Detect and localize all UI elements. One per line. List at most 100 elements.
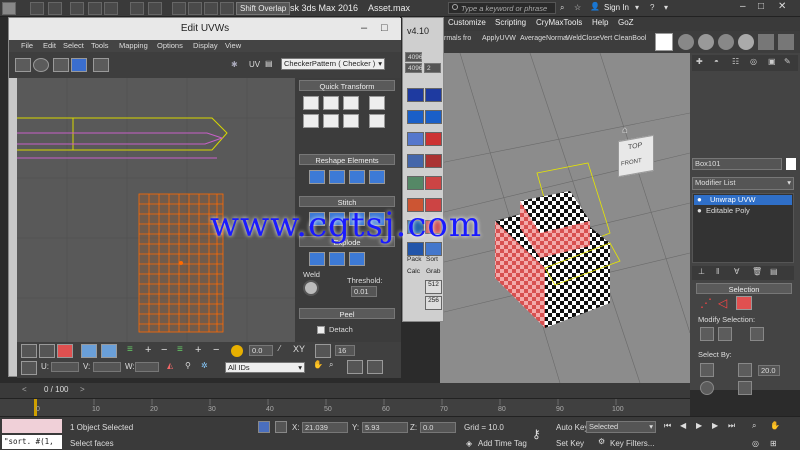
detach-checkbox[interactable] [317, 326, 325, 334]
apply-uvw-button[interactable]: ApplyUVW [482, 35, 516, 42]
align-v-icon[interactable] [323, 114, 339, 128]
track-bar[interactable]: 0 10 20 30 40 50 60 70 80 90 100 [0, 398, 690, 417]
script-icon[interactable] [425, 88, 442, 102]
shift-overlap-button[interactable]: Shift Overlap [236, 2, 291, 15]
configure-icon[interactable]: ▤ [770, 267, 778, 276]
clean-bool-button[interactable]: CleanBool [614, 35, 646, 42]
tool-icon-3[interactable] [70, 2, 84, 15]
uvw-menu-options[interactable]: Options [157, 41, 183, 50]
mirror-icon[interactable] [93, 58, 109, 72]
app-icon[interactable] [2, 2, 16, 15]
tool-icon-7[interactable] [148, 2, 162, 15]
menu-goz[interactable]: GoZ [618, 18, 634, 27]
snap-icon[interactable] [315, 344, 331, 358]
tool-icon-a[interactable] [655, 33, 673, 51]
hierarchy-tab-icon[interactable]: ☷ [732, 57, 739, 66]
modifier-list-dropdown[interactable]: Modifier List ▾ [692, 177, 794, 190]
view-cube-top[interactable]: TOP [628, 142, 642, 152]
menu-scripting[interactable]: Scripting [495, 18, 526, 27]
next-frame-icon[interactable]: > [80, 385, 85, 394]
key-filters-button[interactable]: Key Filters... [610, 439, 654, 448]
render-icon[interactable] [758, 34, 774, 50]
script-icon[interactable] [407, 176, 424, 190]
ignore-backfacing-icon[interactable] [700, 381, 714, 395]
tool-icon-2[interactable] [48, 2, 62, 15]
script-icon[interactable] [407, 154, 424, 168]
rotate-90-icon[interactable] [303, 114, 319, 128]
face-mode-icon[interactable] [736, 296, 752, 310]
tool-icon-5[interactable] [104, 2, 118, 15]
zoom-icon[interactable]: ⌕ [752, 421, 756, 431]
average-normals-button[interactable]: AverageNorma [520, 35, 567, 42]
weld-close-vert-button[interactable]: WeldCloseVert [566, 35, 612, 42]
soft-select-icon[interactable] [231, 345, 243, 357]
go-to-end-icon[interactable]: ⏭ [728, 421, 735, 431]
teapot-icon[interactable] [698, 34, 714, 50]
freeform-tool-icon[interactable] [71, 58, 87, 72]
script-icon[interactable] [407, 88, 424, 102]
weld-target-icon[interactable] [303, 280, 319, 296]
time-tag-icon[interactable]: ◈ [466, 439, 472, 448]
object-name-field[interactable]: Box101 [692, 158, 782, 170]
tool-icon-4[interactable] [88, 2, 102, 15]
plus-icon[interactable]: + [195, 344, 201, 356]
key-icon[interactable]: ⚷ [532, 427, 541, 441]
teapot-icon[interactable] [718, 34, 734, 50]
uvw-menu-mapping[interactable]: Mapping [119, 41, 148, 50]
normals-button[interactable]: rmals fro [444, 35, 471, 42]
menu-crymaxtools[interactable]: CryMaxTools [536, 18, 582, 27]
go-to-start-icon[interactable]: ⏮ [664, 421, 671, 431]
loop-selection-button[interactable] [750, 327, 764, 341]
show-end-result-icon[interactable]: ‖ [716, 267, 719, 276]
select-by-element-button[interactable] [700, 363, 714, 377]
planar-angle-button[interactable] [738, 363, 752, 377]
chevron-down-icon[interactable]: ▾ [664, 3, 668, 12]
minimize-icon[interactable]: – [361, 22, 367, 34]
home-icon[interactable]: ⌂ [622, 125, 628, 136]
edge-mode-icon[interactable]: ◁ [718, 296, 734, 310]
align-icon[interactable] [343, 96, 359, 110]
tex-256-button[interactable]: 256 [425, 296, 442, 310]
x-coord-field[interactable]: 21.039 [302, 422, 348, 433]
w-field[interactable] [135, 362, 159, 372]
stack-item-editable-poly[interactable]: ● Editable Poly [694, 206, 792, 216]
display-tab-icon[interactable]: ▣ [768, 57, 776, 66]
lock-selection-icon[interactable] [258, 421, 270, 433]
key-filter-icon[interactable]: ⚙ [598, 437, 605, 446]
relax-icon[interactable] [329, 170, 345, 184]
prev-key-icon[interactable]: ◀ [680, 421, 686, 430]
time-slider[interactable]: < 0 / 100 > [0, 383, 690, 398]
script-icon[interactable] [407, 110, 424, 124]
remove-modifier-icon[interactable]: 🗑 [752, 267, 762, 276]
tool-icon-9[interactable] [188, 2, 202, 15]
grow-select-icon[interactable]: ≡ [127, 344, 133, 355]
break-icon[interactable] [309, 252, 325, 266]
uvw-menu-tools[interactable]: Tools [91, 41, 109, 50]
face-select-icon[interactable] [57, 344, 73, 358]
object-color-swatch[interactable] [786, 158, 796, 170]
pan-hand-icon[interactable]: ✋ [770, 421, 780, 430]
sort-label[interactable]: Sort [426, 256, 438, 263]
absolute-mode-icon[interactable] [21, 361, 37, 375]
quick-transform-header[interactable]: Quick Transform [299, 80, 395, 91]
menu-help[interactable]: Help [592, 18, 608, 27]
zoom-extents-icon[interactable] [367, 360, 383, 374]
vertex-select-icon[interactable] [21, 344, 37, 358]
selection-rollout-header[interactable]: Selection [696, 283, 792, 294]
absolute-mode-icon[interactable] [275, 421, 287, 433]
stack-item-unwrap-uvw[interactable]: ● Unwrap UVW [694, 195, 792, 205]
uvw-menu-edit[interactable]: Edit [43, 41, 56, 50]
bulb-icon[interactable]: ● [697, 206, 702, 215]
u-field[interactable] [51, 362, 79, 372]
tool-icon-11[interactable] [220, 2, 234, 15]
select-by-uv-icon[interactable] [738, 381, 752, 395]
res-field-1[interactable]: 4096 [405, 52, 422, 62]
material-ids-dropdown[interactable]: All IDs ▾ [225, 362, 305, 373]
pin-stack-icon[interactable]: ⊥ [698, 267, 705, 276]
restore-icon[interactable]: □ [381, 22, 388, 34]
maxscript-listener-mini[interactable] [2, 419, 62, 433]
spacing-icon[interactable] [369, 96, 385, 110]
scale-tool-icon[interactable] [53, 58, 69, 72]
reshape-elements-header[interactable]: Reshape Elements [299, 154, 395, 165]
restore-icon[interactable]: □ [758, 1, 764, 12]
